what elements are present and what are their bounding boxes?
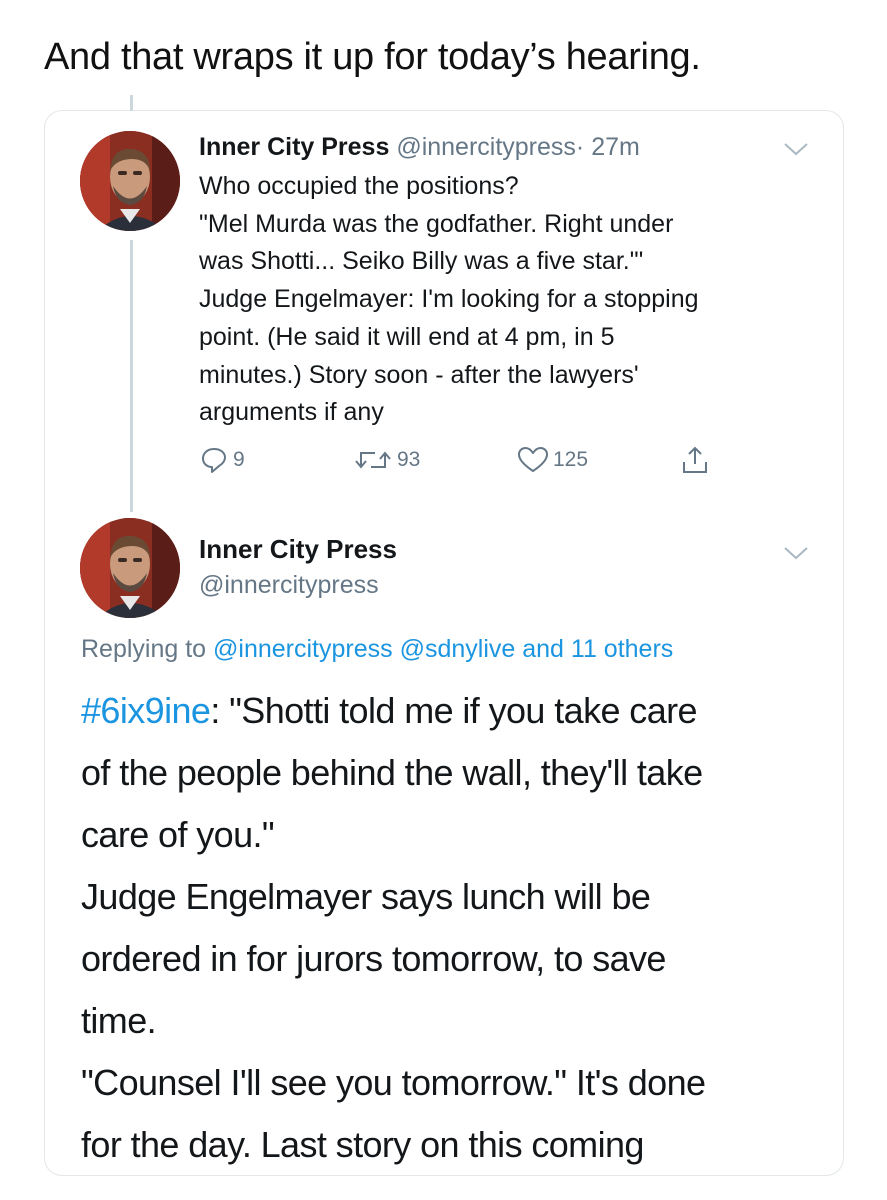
hashtag-link[interactable]: #6ix9ine [81,690,211,731]
like-count: 125 [553,448,589,471]
tweet-text-line: "Mel Murda was the godfather. Right unde… [199,209,674,238]
share-icon [683,446,707,473]
retweet-icon [355,451,391,469]
tweet-text-line: arguments if any [199,398,384,427]
tweet-text-line: #6ix9ine: "Shotti told me if you take ca… [81,680,821,742]
avatar[interactable] [80,131,180,231]
avatar-photo [80,518,180,618]
display-name[interactable]: Inner City Press [199,133,389,161]
avatar-photo [80,131,180,231]
tweet-header: Inner City Press @innercitypress· 27m [199,130,640,164]
reply-button[interactable]: 9 [199,442,245,478]
tweet-text-line: point. (He said it will end at 4 pm, in … [199,322,615,351]
tweet-text: #6ix9ine: "Shotti told me if you take ca… [81,680,821,1176]
chevron-down-icon[interactable] [783,141,809,157]
like-icon [518,447,548,472]
user-handle[interactable]: @innercitypress [396,133,576,161]
replying-prefix: Replying to [81,635,214,663]
mention-link[interactable]: @innercitypress [213,635,393,663]
tweet-text: Who occupied the positions? "Mel Murda w… [199,168,799,432]
tweet-text-line: for the day. Last story on this coming [81,1124,644,1165]
tweet-text-line: "Counsel I'll see you tomorrow." It's do… [81,1062,706,1103]
separator-dot: · [575,133,585,161]
user-handle[interactable]: @innercitypress [199,568,379,602]
avatar[interactable] [80,518,180,618]
thread-line-top [130,95,133,111]
tweet-text-line: was Shotti... Seiko Billy was a five sta… [199,247,644,276]
others-link[interactable]: and 11 others [522,635,673,663]
tweet-text-line: minutes.) Story soon - after the lawyers… [199,360,639,389]
tweet-text-line: time. [81,1000,157,1041]
chevron-down-icon[interactable] [783,545,809,561]
mention-link[interactable]: @sdnylive [400,635,516,663]
retweet-count: 93 [397,448,421,471]
share-button[interactable] [680,442,714,478]
timestamp[interactable]: 27m [591,133,640,161]
like-button[interactable]: 125 [517,442,588,478]
display-name[interactable]: Inner City Press [199,532,397,566]
tweet-text-fragment: : "Shotti told me if you take care [210,690,697,731]
tweet-text-line: Judge Engelmayer: I'm looking for a stop… [199,285,699,314]
caption-text: And that wraps it up for today’s hearing… [44,36,701,78]
tweet-actions: 9 93 125 [0,442,887,478]
tweet-text-line: ordered in for jurors tomorrow, to save [81,938,666,979]
tweet-text-line: of the people behind the wall, they'll t… [81,752,703,793]
reply-icon [202,448,226,473]
reply-count: 9 [233,448,245,471]
retweet-button[interactable]: 93 [353,442,420,478]
tweet-text-line: care of you." [81,814,275,855]
tweet-text-line: Judge Engelmayer says lunch will be [81,876,651,917]
tweet-text-line: Who occupied the positions? [199,172,519,200]
replying-to: Replying to @innercitypress @sdnylive an… [81,632,673,666]
